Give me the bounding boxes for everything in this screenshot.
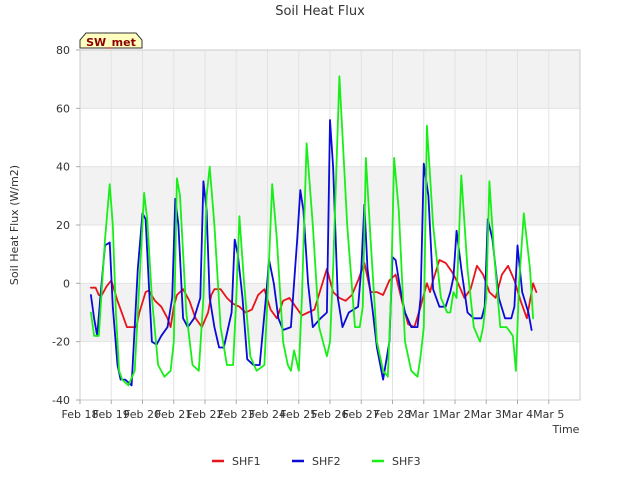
x-tick-label: Mar 1 — [408, 408, 439, 421]
soil-heat-flux-chart: Soil Heat Flux -40 -20 0 20 40 60 80 Feb 18Feb… — [8, 4, 581, 468]
y-tick-label: -20 — [52, 336, 70, 349]
x-axis-ticks: Feb 18Feb 19Feb 20Feb 21Feb 22Feb 23Feb … — [62, 400, 564, 421]
legend-label-shf2: SHF2 — [312, 455, 341, 468]
x-tick-label: Feb 28 — [374, 408, 411, 421]
y-axis-label: Soil Heat Flux (W/m2) — [8, 165, 21, 285]
chart-root: Soil Heat Flux -40 -20 0 20 40 60 80 Feb 18 Feb… — [0, 0, 640, 480]
y-tick-label: 20 — [56, 219, 70, 232]
y-tick-label: 40 — [56, 161, 70, 174]
y-axis-ticks: -40 -20 0 20 40 60 80 — [52, 44, 80, 407]
chart-title: Soil Heat Flux — [275, 4, 365, 19]
y-tick-label: 60 — [56, 102, 70, 115]
y-tick-label: 80 — [56, 44, 70, 57]
x-tick-label: Mar 4 — [502, 408, 533, 421]
x-tick-label: Mar 2 — [439, 408, 470, 421]
x-tick-label: Mar 5 — [533, 408, 564, 421]
x-axis-label: Time — [552, 423, 580, 436]
annotation-text: SW_met — [86, 36, 136, 49]
x-tick-label: Mar 3 — [471, 408, 502, 421]
legend-label-shf1: SHF1 — [232, 455, 261, 468]
y-tick-label: -40 — [52, 394, 70, 407]
legend: SHF1 SHF2 SHF3 — [212, 455, 421, 468]
y-tick-label: 0 — [63, 277, 70, 290]
station-annotation: SW_met — [79, 32, 143, 49]
legend-label-shf3: SHF3 — [392, 455, 421, 468]
